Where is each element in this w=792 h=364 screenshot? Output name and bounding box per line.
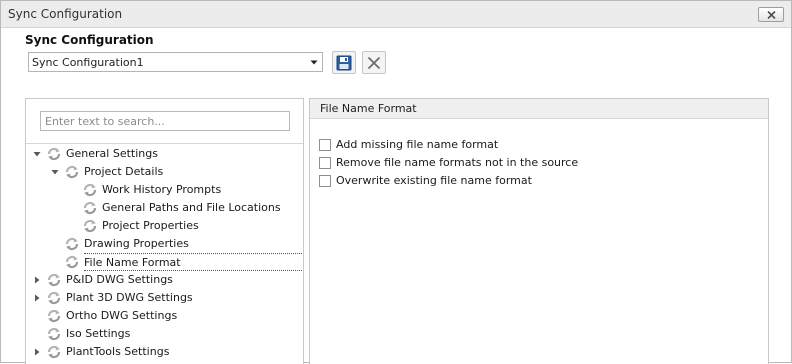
settings-detail-panel: File Name Format Add missing file name f… [309, 98, 769, 364]
expand-collapse-icon[interactable] [33, 150, 41, 158]
tree-item-ortho-dwg-settings[interactable]: Ortho DWG Settings [26, 307, 303, 325]
option-add-missing-file-name-format[interactable]: Add missing file name format [319, 138, 759, 154]
tree-item-label: File Name Format [84, 253, 302, 271]
tree-item-label: Project Properties [102, 219, 199, 232]
sync-icon [65, 237, 79, 251]
panel-header: File Name Format [310, 99, 768, 119]
save-button[interactable] [332, 51, 356, 74]
sync-icon [47, 147, 61, 161]
close-button[interactable] [758, 7, 784, 22]
expand-arrow-icon[interactable] [33, 276, 41, 284]
tree-item-label: P&ID DWG Settings [66, 273, 173, 286]
tree-item-drawing-properties[interactable]: Drawing Properties [26, 235, 303, 253]
tree-item-plant-3d-dwg-settings[interactable]: Plant 3D DWG Settings [26, 289, 303, 307]
title-bar: Sync Configuration [1, 1, 791, 28]
sync-icon [47, 291, 61, 305]
sync-icon [47, 309, 61, 323]
tree-item-label: Iso Settings [66, 327, 131, 340]
checkbox[interactable] [319, 175, 331, 187]
delete-button[interactable] [362, 51, 386, 74]
panel-title: File Name Format [320, 102, 417, 115]
close-icon [767, 11, 776, 19]
sync-icon [47, 345, 61, 359]
checkbox[interactable] [319, 157, 331, 169]
tree-item-label: Ortho DWG Settings [66, 309, 178, 322]
option-overwrite-existing-file-name-format[interactable]: Overwrite existing file name format [319, 174, 759, 190]
expand-collapse-icon[interactable] [51, 168, 59, 176]
sync-configuration-value: Sync Configuration1 [32, 56, 144, 69]
window-title: Sync Configuration [8, 7, 123, 21]
tree-item-work-history-prompts[interactable]: Work History Prompts [26, 181, 303, 199]
option-remove-file-name-formats-not-in-the-source[interactable]: Remove file name formats not in the sour… [319, 156, 759, 172]
chevron-down-icon[interactable] [309, 56, 319, 68]
tree-item-label: Plant 3D DWG Settings [66, 291, 193, 304]
floppy-disk-icon [336, 55, 352, 71]
checkbox-label: Overwrite existing file name format [336, 174, 532, 187]
tree-item-iso-settings[interactable]: Iso Settings [26, 325, 303, 343]
tree-item-file-name-format[interactable]: File Name Format [26, 253, 303, 271]
tree-item-project-details[interactable]: Project Details [26, 163, 303, 181]
settings-tree-panel: General Settings Project Details Work Hist… [25, 98, 304, 364]
tree-item-label: PlantTools Settings [66, 345, 170, 358]
tree-item-planttools-settings[interactable]: PlantTools Settings [26, 343, 303, 361]
tree-item-label: Work History Prompts [102, 183, 222, 196]
checkbox-label: Add missing file name format [336, 138, 499, 151]
expand-arrow-icon[interactable] [33, 348, 41, 356]
sync-configuration-dropdown[interactable]: Sync Configuration1 [28, 52, 323, 72]
tree-item-label: Project Details [84, 165, 164, 178]
tree-item-label: General Settings [66, 147, 158, 160]
tree-item-general-paths-and-file-locations[interactable]: General Paths and File Locations [26, 199, 303, 217]
tree-item-pandid-dwg-settings[interactable]: P&ID DWG Settings [26, 271, 303, 289]
tree-item-label: General Paths and File Locations [102, 201, 281, 214]
sync-icon [47, 327, 61, 341]
tree-item-project-properties[interactable]: Project Properties [26, 217, 303, 235]
checkbox-label: Remove file name formats not in the sour… [336, 156, 579, 169]
x-delete-icon [367, 56, 381, 70]
sync-icon [83, 201, 97, 215]
expand-arrow-icon[interactable] [33, 294, 41, 302]
sync-icon [65, 255, 79, 269]
sync-icon [83, 183, 97, 197]
sync-configuration-label: Sync Configuration [25, 33, 154, 47]
sync-icon [65, 165, 79, 179]
sync-icon [83, 219, 97, 233]
checkbox[interactable] [319, 139, 331, 151]
tree-divider [26, 143, 303, 144]
tree-search-input[interactable] [41, 112, 289, 130]
sync-configuration-window: Sync Configuration Sync Configuration Sy… [0, 0, 792, 364]
tree-item-label: Drawing Properties [84, 237, 189, 250]
tree-item-general-settings[interactable]: General Settings [26, 145, 303, 163]
tree-search-box[interactable] [40, 111, 290, 131]
sync-icon [47, 273, 61, 287]
